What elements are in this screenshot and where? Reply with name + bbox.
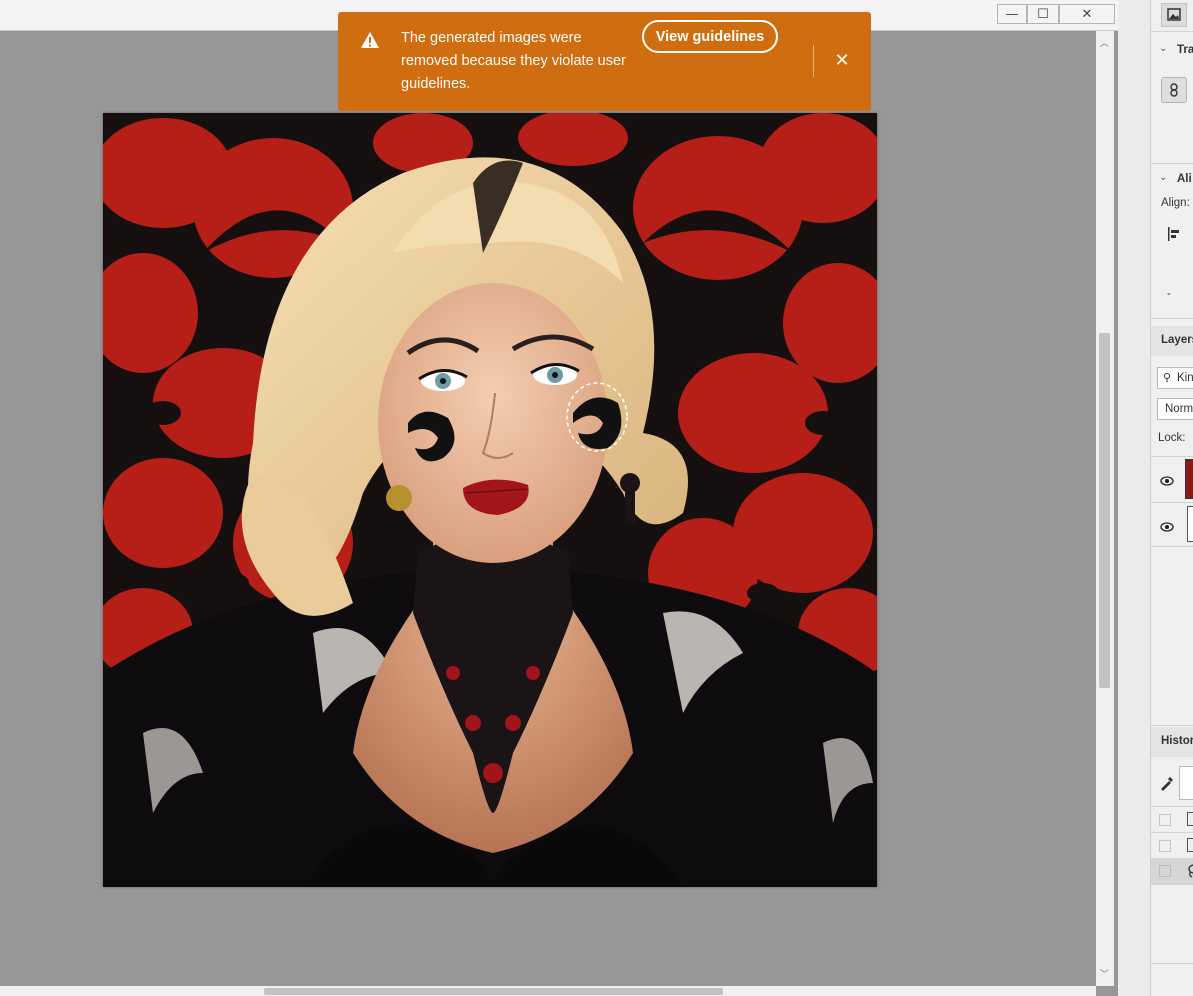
align-section-title[interactable]: Ali — [1177, 173, 1192, 185]
history-checkbox[interactable] — [1159, 840, 1171, 852]
blend-mode-value: Norm — [1165, 403, 1193, 415]
image-canvas[interactable] — [103, 113, 877, 887]
layers-search-value: Kin — [1177, 372, 1193, 384]
layer-thumbnail[interactable] — [1185, 459, 1193, 499]
search-icon: ⚲ — [1163, 372, 1172, 384]
workspace-gap — [1118, 0, 1150, 996]
layers-search-field[interactable]: ⚲ Kin — [1157, 367, 1193, 389]
minimize-button[interactable]: — — [997, 4, 1027, 24]
chevron-down-icon[interactable]: ⌄ — [1159, 172, 1167, 183]
history-checkbox[interactable] — [1159, 814, 1171, 826]
portrait-artwork — [103, 113, 877, 887]
close-window-button[interactable]: ✕ — [1059, 4, 1115, 24]
blend-mode-select[interactable]: Norm — [1157, 398, 1193, 420]
layer-thumbnail[interactable] — [1187, 506, 1193, 542]
view-guidelines-button[interactable]: View guidelines — [642, 20, 778, 53]
maximize-button[interactable]: ☐ — [1027, 4, 1059, 24]
history-panel-title[interactable]: Histor — [1161, 735, 1193, 747]
history-snapshot[interactable] — [1179, 766, 1193, 800]
lasso-icon[interactable] — [1187, 864, 1193, 883]
scroll-up-icon[interactable]: ︿ — [1100, 36, 1109, 49]
toast-divider — [813, 45, 814, 77]
guidelines-toast: The generated images were removed becaus… — [338, 12, 871, 111]
align-dash: - — [1167, 288, 1171, 300]
layers-panel-title[interactable]: Layers — [1161, 334, 1193, 346]
history-brush-icon[interactable] — [1159, 775, 1175, 796]
transform-section-title[interactable]: Tra — [1177, 44, 1193, 56]
history-state-icon[interactable] — [1187, 812, 1193, 826]
scroll-down-icon[interactable]: ﹀ — [1100, 967, 1109, 980]
link-icon[interactable] — [1161, 77, 1187, 103]
close-icon[interactable]: ✕ — [832, 50, 852, 72]
right-panel-dock: ⌄ Tra ⌄ Ali Align: - Layers ⚲ Kin Norm L… — [1150, 0, 1193, 996]
history-checkbox[interactable] — [1159, 865, 1171, 877]
align-left-icon[interactable] — [1167, 226, 1183, 247]
eye-icon[interactable] — [1160, 473, 1174, 491]
document-window: — ☐ ✕ ︿ ﹀ — [0, 0, 1118, 996]
chevron-down-icon[interactable]: ⌄ — [1159, 43, 1167, 54]
history-state-icon[interactable] — [1187, 838, 1193, 852]
align-label: Align: — [1161, 197, 1190, 209]
warning-triangle-icon — [360, 31, 380, 54]
eye-icon[interactable] — [1160, 519, 1174, 537]
horizontal-scroll-thumb[interactable] — [264, 988, 723, 995]
vertical-scroll-thumb[interactable] — [1099, 333, 1110, 688]
horizontal-scrollbar[interactable] — [0, 986, 1096, 996]
lock-label: Lock: — [1158, 432, 1186, 444]
toast-message: The generated images were removed becaus… — [401, 30, 626, 92]
image-panel-icon[interactable] — [1161, 3, 1187, 27]
vertical-scrollbar[interactable]: ︿ ﹀ — [1096, 31, 1114, 986]
